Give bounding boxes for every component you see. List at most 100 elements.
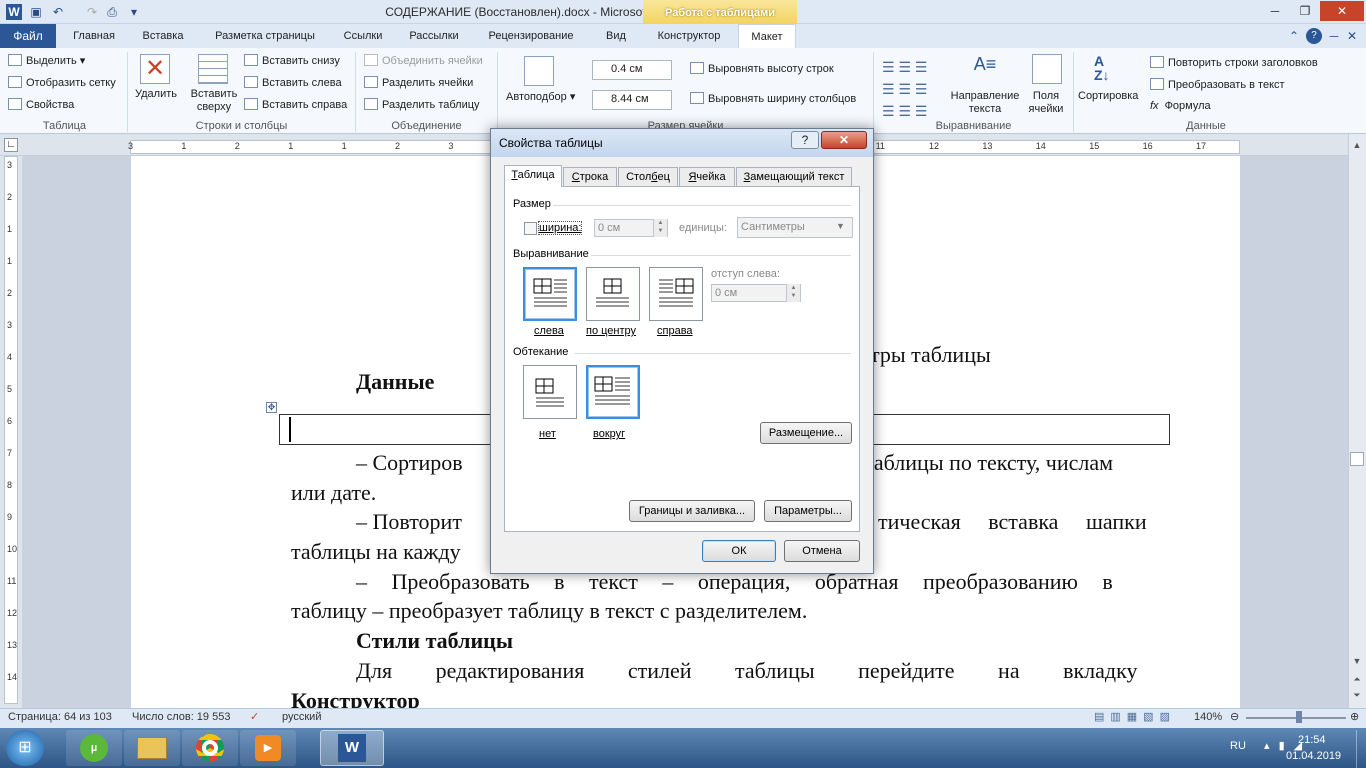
close-window-icon[interactable]: ✕ — [1320, 1, 1364, 21]
cancel-button[interactable]: Отмена — [784, 540, 860, 562]
formula-button[interactable]: fx Формула — [1150, 100, 1211, 112]
page-count-status[interactable]: Страница: 64 из 103 — [8, 711, 112, 723]
tab-file[interactable]: Файл — [0, 24, 56, 48]
view-gridlines-button[interactable]: Отобразить сетку — [8, 76, 116, 89]
spellcheck-icon[interactable]: ✓ — [250, 710, 259, 723]
clock-date[interactable]: 01.04.2019 — [1286, 750, 1341, 762]
table-properties-dialog: Свойства таблицы ? ✕ Таблица Строка Стол… — [490, 128, 874, 574]
wrap-around-option[interactable] — [586, 365, 640, 419]
insert-above-icon[interactable] — [198, 54, 228, 84]
minimize-ribbon-icon[interactable]: ⌃ — [1286, 28, 1302, 44]
tab-selector-icon[interactable]: ∟ — [4, 138, 18, 152]
zoom-level[interactable]: 140% — [1194, 711, 1222, 723]
input-language[interactable]: RU — [1230, 740, 1246, 752]
tab-mailings[interactable]: Рассылки — [396, 24, 472, 48]
language-status[interactable]: русский — [282, 711, 321, 723]
tab-design[interactable]: Конструктор — [646, 24, 732, 48]
autofit-button[interactable]: Автоподбор ▾ — [506, 90, 575, 103]
dialog-help-icon[interactable]: ? — [791, 131, 819, 149]
tab-layout[interactable]: Макет — [738, 24, 796, 49]
restore-icon[interactable]: ❐ — [1290, 1, 1320, 21]
indent-spinner-icon[interactable]: ▲ ▼ — [786, 284, 800, 302]
tab-review[interactable]: Рецензирование — [476, 24, 586, 48]
tab-cell[interactable]: Ячейка — [679, 167, 735, 187]
vertical-ruler-tick-label: 5 — [7, 384, 13, 394]
view-buttons-icon[interactable]: ▤▥▦▧▨ — [1094, 710, 1176, 723]
align-center-option[interactable] — [586, 267, 640, 321]
zoom-out-icon[interactable]: ⊖ — [1230, 710, 1239, 723]
text-direction-button[interactable]: Направление текста — [946, 90, 1024, 116]
merge-cells-button[interactable]: Объединить ячейки — [364, 54, 483, 67]
insert-below-button[interactable]: Вставить снизу — [244, 54, 340, 67]
file-explorer-icon[interactable] — [124, 730, 180, 766]
split-cells-button[interactable]: Разделить ячейки — [364, 76, 473, 89]
doc-minimize-icon[interactable]: ─ — [1326, 28, 1342, 44]
cell-margins-icon[interactable] — [1032, 54, 1062, 84]
table-move-handle-icon[interactable]: ✥ — [266, 402, 277, 413]
group-table: Выделить ▾ Отобразить сетку Свойства Таб… — [2, 52, 128, 132]
media-player-icon[interactable]: ▶ — [240, 730, 296, 766]
distribute-rows-button[interactable]: Выровнять высоту строк — [690, 62, 834, 75]
tab-home[interactable]: Главная — [60, 24, 128, 48]
tab-table[interactable]: Таблица — [504, 165, 562, 187]
clock-time[interactable]: 21:54 — [1298, 734, 1326, 746]
text-direction-icon[interactable]: A≡ — [970, 54, 1000, 84]
wrap-none-option[interactable] — [523, 365, 577, 419]
positioning-button[interactable]: Размещение... — [760, 422, 852, 444]
distribute-columns-button[interactable]: Выровнять ширину столбцов — [690, 92, 856, 105]
convert-to-text-button[interactable]: Преобразовать в текст — [1150, 78, 1285, 91]
dialog-close-icon[interactable]: ✕ — [821, 131, 867, 149]
tab-alt-text[interactable]: Замещающий текст — [736, 167, 852, 187]
utorrent-icon[interactable]: µ — [66, 730, 122, 766]
column-width-input[interactable]: 8.44 см — [592, 90, 672, 110]
tab-insert[interactable]: Вставка — [130, 24, 196, 48]
word-taskbar-icon[interactable]: W — [320, 730, 384, 766]
align-right-option[interactable] — [649, 267, 703, 321]
vertical-ruler-tick-label: 2 — [7, 288, 13, 298]
properties-button[interactable]: Свойства — [8, 98, 74, 111]
scroll-down-icon[interactable]: ▼ — [1350, 656, 1364, 670]
minimize-icon[interactable]: ─ — [1260, 1, 1290, 21]
chevron-down-icon[interactable]: ▼ — [836, 221, 845, 231]
select-button[interactable]: Выделить ▾ — [8, 54, 85, 67]
insert-right-button[interactable]: Вставить справа — [244, 98, 347, 111]
insert-left-button[interactable]: Вставить слева — [244, 76, 342, 89]
repeat-header-rows-button[interactable]: Повторить строки заголовков — [1150, 56, 1318, 69]
tab-column[interactable]: Столбец — [618, 167, 678, 187]
start-button-icon[interactable]: ⊞ — [6, 730, 44, 766]
word-count-status[interactable]: Число слов: 19 553 — [132, 711, 230, 723]
show-desktop-button[interactable] — [1356, 730, 1366, 768]
alignment-grid-icon[interactable]: ☰ ☰ ☰ ☰ ☰ ☰ ☰ ☰ ☰ — [882, 56, 927, 122]
next-page-icon[interactable]: ⏷ — [1350, 690, 1364, 704]
scroll-thumb[interactable] — [1350, 452, 1364, 466]
insert-above-button[interactable]: Вставить сверху — [186, 88, 242, 114]
options-button[interactable]: Параметры... — [764, 500, 852, 522]
delete-icon[interactable]: ✕ — [140, 54, 170, 84]
vertical-ruler-tick-label: 12 — [7, 608, 18, 618]
tab-view[interactable]: Вид — [592, 24, 640, 48]
split-table-button[interactable]: Разделить таблицу — [364, 98, 480, 111]
align-left-option[interactable] — [523, 267, 577, 321]
ok-button[interactable]: ОК — [702, 540, 776, 562]
help-icon[interactable]: ? — [1306, 28, 1322, 44]
zoom-in-icon[interactable]: ⊕ — [1350, 710, 1359, 723]
vertical-scrollbar[interactable] — [1348, 134, 1366, 708]
sort-icon[interactable]: A Z↓ — [1094, 54, 1124, 84]
sort-button[interactable]: Сортировка — [1078, 90, 1138, 102]
cell-margins-button[interactable]: Поля ячейки — [1022, 90, 1070, 116]
previous-page-icon[interactable]: ⏶ — [1350, 674, 1364, 688]
tab-row[interactable]: Строка — [563, 167, 617, 187]
width-spinner-icon[interactable]: ▲ ▼ — [653, 219, 667, 237]
split-table-icon — [364, 98, 378, 110]
autofit-icon[interactable] — [524, 56, 554, 86]
width-checkbox[interactable] — [524, 222, 537, 235]
row-height-input[interactable]: 0.4 см — [592, 60, 672, 80]
chrome-icon[interactable] — [182, 730, 238, 766]
tab-page-layout[interactable]: Разметка страницы — [198, 24, 332, 48]
zoom-slider-thumb[interactable] — [1296, 711, 1302, 723]
scroll-up-icon[interactable]: ▲ — [1350, 140, 1364, 154]
delete-button[interactable]: Удалить — [134, 88, 178, 100]
borders-shading-button[interactable]: Границы и заливка... — [629, 500, 755, 522]
tab-references[interactable]: Ссылки — [334, 24, 392, 48]
doc-close-icon[interactable]: ✕ — [1344, 28, 1360, 44]
